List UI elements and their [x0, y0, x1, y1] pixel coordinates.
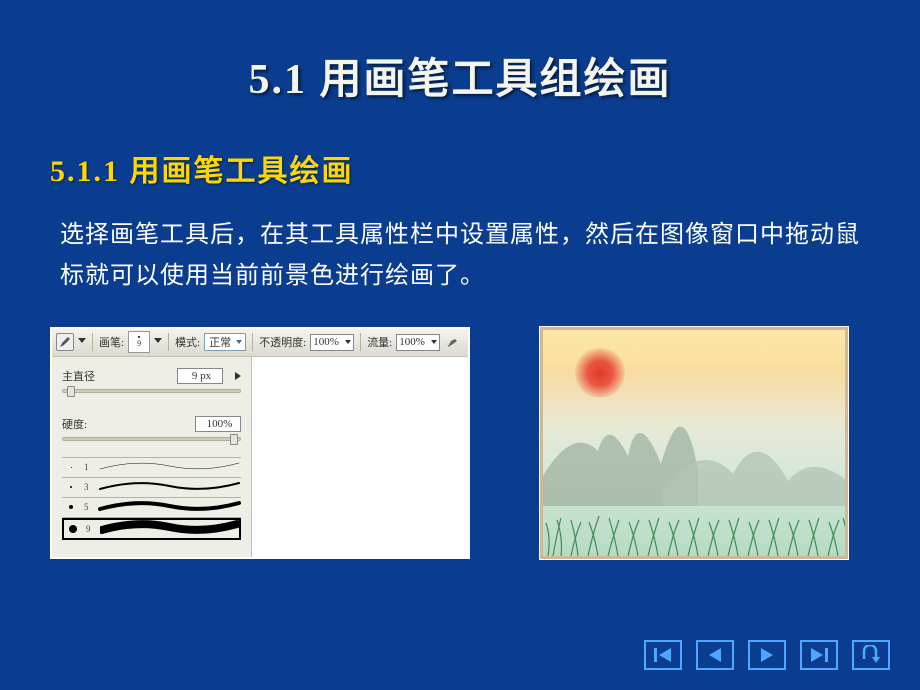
slider-thumb[interactable]	[230, 434, 238, 445]
flow-label: 流量:	[367, 334, 392, 350]
mode-dropdown[interactable]: 正常	[204, 333, 246, 351]
brush-stroke-preview	[98, 497, 241, 518]
airbrush-icon[interactable]	[444, 333, 462, 351]
brush-tool-icon[interactable]	[56, 333, 74, 351]
toolbar-divider	[252, 333, 253, 351]
images-row: 画笔: 9 模式: 正常 不透明度: 100% 流量: 100%	[0, 297, 920, 559]
chevron-down-icon	[345, 340, 351, 344]
diameter-row: 主直径 9 px	[62, 368, 241, 384]
opacity-label: 不透明度:	[259, 334, 306, 350]
diameter-input[interactable]: 9 px	[177, 368, 223, 384]
flow-value: 100%	[399, 336, 425, 348]
mountains-shape	[543, 356, 848, 506]
brush-dot-icon	[66, 522, 80, 536]
brush-size-label: 9	[86, 524, 94, 534]
brush-options-toolbar: 画笔: 9 模式: 正常 不透明度: 100% 流量: 100%	[52, 329, 468, 357]
diameter-slider[interactable]	[62, 389, 241, 393]
brush-preset-row[interactable]: 9	[62, 518, 241, 540]
brush-stroke-preview	[98, 457, 241, 478]
sample-painting	[540, 327, 848, 559]
brush-size-label: 5	[84, 502, 92, 512]
hardness-slider[interactable]	[62, 437, 241, 441]
hardness-label: 硬度:	[62, 416, 104, 432]
nav-prev-button[interactable]	[696, 640, 734, 670]
brush-preset-dropdown-icon[interactable]	[154, 338, 162, 346]
brush-size-label: 3	[84, 482, 92, 492]
chevron-down-icon	[431, 340, 437, 344]
nav-first-button[interactable]	[644, 640, 682, 670]
nav-last-button[interactable]	[800, 640, 838, 670]
play-icon[interactable]	[235, 372, 241, 380]
brush-size-label: 1	[84, 462, 92, 472]
grass-shape	[543, 508, 848, 556]
brush-dot-icon	[64, 500, 78, 514]
brush-preset-list: 1 3 5 9	[62, 457, 241, 553]
brush-stroke-preview	[98, 477, 241, 498]
brush-preset-row[interactable]: 3	[62, 478, 241, 498]
brush-preset-row[interactable]: 1	[62, 458, 241, 478]
brush-dot-icon	[64, 480, 78, 494]
brush-panel-body: 主直径 9 px 硬度: 100% 1 3 5 9	[52, 357, 468, 557]
nav-return-button[interactable]	[852, 640, 890, 670]
mode-value: 正常	[209, 334, 231, 350]
body-text: 选择画笔工具后，在其工具属性栏中设置属性，然后在图像窗口中拖动鼠标就可以使用当前…	[0, 190, 920, 297]
brush-dot-icon	[64, 460, 78, 474]
opacity-value: 100%	[313, 336, 339, 348]
brush-preview-size: 9	[137, 339, 141, 348]
nav-buttons	[644, 640, 890, 670]
main-title: 5.1 用画笔工具组绘画	[0, 0, 920, 106]
sub-title: 5.1.1 用画笔工具绘画	[0, 106, 920, 190]
brush-label: 画笔:	[99, 334, 124, 350]
mode-label: 模式:	[175, 334, 200, 350]
hardness-row: 硬度: 100%	[62, 416, 241, 432]
brush-preview-swatch[interactable]: 9	[128, 331, 150, 353]
brush-preset-row[interactable]: 5	[62, 498, 241, 518]
opacity-input[interactable]: 100%	[310, 334, 354, 351]
brush-canvas-preview	[252, 357, 468, 557]
toolbar-divider	[168, 333, 169, 351]
brush-settings-column: 主直径 9 px 硬度: 100% 1 3 5 9	[52, 357, 252, 557]
tool-dropdown-arrow-icon[interactable]	[78, 338, 86, 346]
brush-stroke-preview	[100, 518, 239, 539]
toolbar-divider	[360, 333, 361, 351]
flow-input[interactable]: 100%	[396, 334, 440, 351]
hardness-input[interactable]: 100%	[195, 416, 241, 432]
slider-thumb[interactable]	[67, 386, 75, 397]
diameter-label: 主直径	[62, 368, 104, 384]
nav-next-button[interactable]	[748, 640, 786, 670]
brush-options-panel: 画笔: 9 模式: 正常 不透明度: 100% 流量: 100%	[50, 327, 470, 559]
toolbar-divider	[92, 333, 93, 351]
